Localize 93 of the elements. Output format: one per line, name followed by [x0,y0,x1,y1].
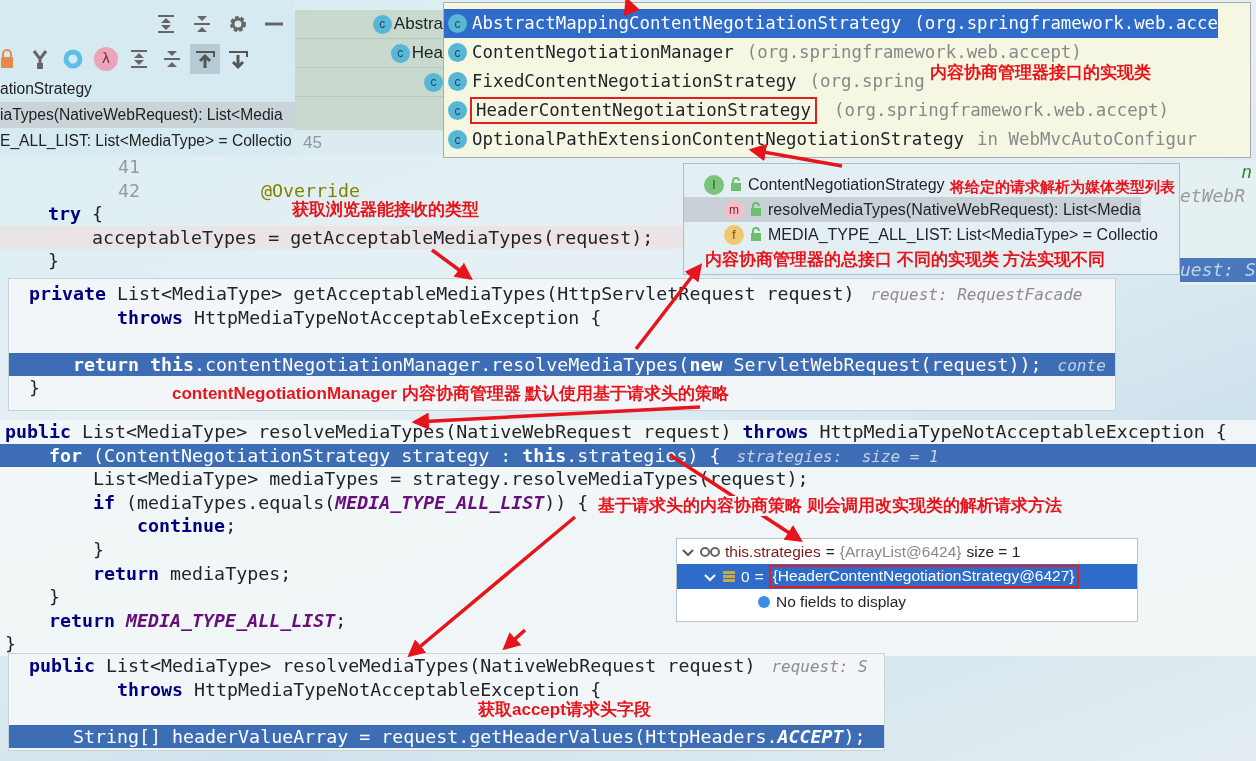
line-number: 41 [117,155,140,179]
annotation: contentNegotiationManager 内容协商管理器 默认使用基于请求头的策略 [172,384,730,405]
package-name: in WebMvcAutoConfigur [977,128,1197,152]
class-icon: c [448,72,467,91]
code-line: @Override [260,178,361,201]
item-label: MEDIA_TYPE_ALL_LIST: List<MediaType> = Collectio [768,224,1158,245]
class-name: AbstractMappingContentNegotiationStrategy [471,12,903,36]
variable-name: 0 [741,566,750,587]
scroll-to-source-button[interactable] [190,43,220,74]
hierarchy-item[interactable]: I ContentNegotiationStrategy [684,172,945,197]
code-line: for (ContentNegotiationStrategy strategy : this.strategies) { [48,444,721,466]
code-line: throws HttpMediaTypeNotAcceptableException { [116,306,602,328]
class-icon: c [390,43,410,63]
inline-hint: etWebR [1180,185,1246,206]
code-line: return this.contentNegotiationManager.resolveMediaTypes(new ServletWebRequest(request)); [72,353,1042,375]
info-icon [757,594,771,609]
inline-hint: request: S [771,657,868,676]
code-line: return MEDIA_TYPE_ALL_LIST; [48,609,347,631]
variable-row[interactable]: 0 = {HeaderContentNegotiationStrategy@6427} [677,564,1137,589]
annotation: 内容协商管理器的总接口 不同的实现类 方法实现不同 [705,250,1106,271]
item-label: ContentNegotiationStrategy [748,174,945,195]
hierarchy-item[interactable]: f MEDIA_TYPE_ALL_LIST: List<MediaType> = Collectio [684,222,1158,247]
code-line: try { [47,202,104,226]
lock-icon [749,227,763,242]
code-line: public List<MediaType> resolveMediaTypes(NativeWebRequest request) [29,655,756,676]
code-fragment: n [1241,161,1252,182]
structure-item[interactable]: E_ALL_LIST: List<MediaType> = Collectio [0,128,295,154]
code-line: continue; [136,515,237,537]
code-line: } [48,586,61,608]
watch-icon [700,544,720,559]
field-icon: f [724,224,744,245]
class-icon: c [448,130,467,149]
equals-sign: = [825,541,835,562]
inline-hint: conte [1057,355,1106,375]
variable-value: {ArrayList@6424} [839,541,962,562]
annotation: 内容协商管理器接口的实现类 [930,63,1151,84]
class-suggestion[interactable]: c FixedContentNegotiationStrategy (org.spring [444,67,925,96]
lock-icon [749,202,763,217]
class-icon: c [448,43,467,62]
class-icon: c [448,14,467,33]
annotation: 获取浏览器能接收的类型 [292,200,479,221]
inline-hint: uest: S [1180,259,1256,280]
code-line: } [92,538,105,560]
item-label: resolveMediaTypes(NativeWebRequest): List<Media [768,199,1141,220]
package-name: (org.springframework.web.acce [914,12,1218,36]
interface-icon: I [704,174,724,195]
variable-name: this.strategies [725,541,821,562]
code-line: } [47,249,60,273]
code-line: acceptableTypes = getAcceptableMediaTypes(request); [91,225,654,249]
hierarchy-item[interactable]: m resolveMediaTypes(NativeWebRequest): List<Media [684,197,1141,222]
class-name: OptionalPathExtensionContentNegotiationStrategy [471,128,966,152]
class-name: FixedContentNegotiationStrategy [471,70,798,94]
line-number: 45 [303,133,322,152]
structure-item[interactable]: iaTypes(NativeWebRequest): List<Media [0,102,295,128]
lock-icon [729,177,743,192]
class-name: ContentNegotiationManager [471,41,735,65]
circle-icon [61,47,85,70]
annotation: 获取accept请求头字段 [478,700,651,721]
variable-row[interactable]: this.strategies = {ArrayList@6424} size = 1 [677,539,1137,564]
code-line: } [5,633,16,655]
structure-item[interactable]: ationStrategy [0,76,295,102]
class-icon: c [372,14,392,34]
list-icon [722,569,736,584]
variable-size: size = 1 [966,541,1021,562]
minimize-icon [265,21,283,26]
package-name: (org.springframework.web.accept) [746,41,1082,64]
annotation: 基于请求头的内容协商策略 则会调用改实现类的解析请求方法 [598,496,1062,517]
code-line: if (mediaTypes.equals(MEDIA_TYPE_ALL_LIST)) { [92,491,589,513]
empty-note: No fields to display [776,591,907,612]
class-icon: c [448,101,467,120]
code-line: String[] headerValueArray = request.getHeaderValues(HttpHeaders.ACCEPT); [72,725,866,747]
class-suggestion[interactable]: c AbstractMappingContentNegotiationStrategy (org.springframework.web.acce [444,9,1218,38]
arrow [430,248,473,281]
file-tab[interactable]: Abstra [393,11,443,37]
code-line: return mediaTypes; [92,562,292,584]
file-tab[interactable]: Hea [411,40,443,66]
class-icon: c [424,72,443,92]
inline-hint: request: RequestFacade [870,285,1083,304]
method-icon: m [724,199,744,220]
package-name: (org.springframework.web.accept) [834,99,1170,123]
code-line: throws HttpMediaTypeNotAcceptableException { [116,678,602,700]
code-line: public List<MediaType> resolveMediaTypes(NativeWebRequest request) throws HttpMediaTypeNotAcceptableException { [5,421,1227,442]
inline-hint: strategies: size = 1 [736,446,939,466]
package-name: (org.spring [809,70,925,94]
equals-sign: = [754,566,764,587]
class-suggestion[interactable]: c OptionalPathExtensionContentNegotiationStrategy in WebMvcAutoConfigur [444,125,1197,154]
arrow [623,0,641,17]
variable-value: {HeaderContentNegotiationStrategy@6427} [768,565,1079,588]
code-line: } [29,377,40,399]
line-number: 42 [117,178,140,202]
class-suggestion[interactable]: c HeaderContentNegotiationStrategy (org.springframework.web.accept) [444,96,1170,125]
class-name: HeaderContentNegotiationStrategy [470,96,818,125]
annotation: 将给定的请求解析为媒体类型列表 [950,178,1175,196]
